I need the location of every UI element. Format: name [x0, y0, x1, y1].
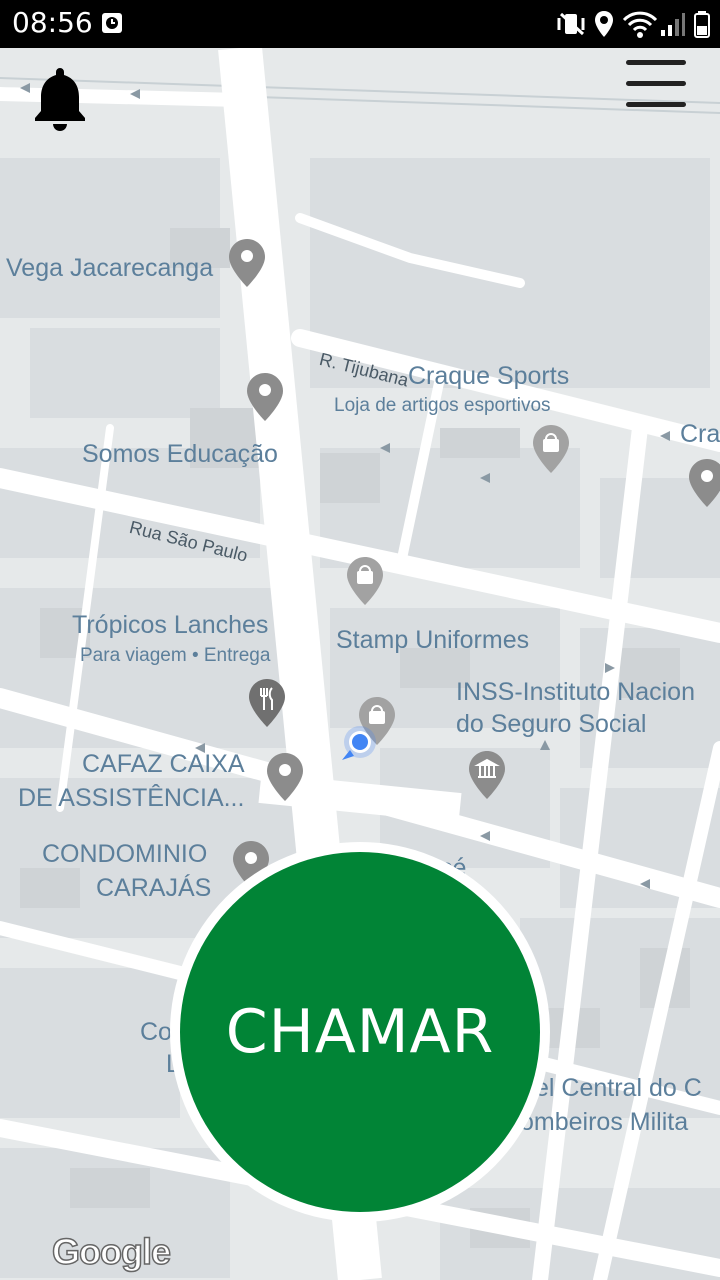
current-location-icon — [340, 726, 376, 762]
map-label-tropicos[interactable]: Trópicos Lanches — [72, 613, 268, 638]
hamburger-menu-icon[interactable] — [626, 60, 686, 116]
status-time: 08:56 — [12, 6, 93, 39]
place-pin-icon[interactable] — [246, 372, 284, 422]
restaurant-pin-icon[interactable] — [248, 678, 286, 728]
battery-icon — [694, 10, 710, 43]
government-pin-icon[interactable] — [468, 750, 506, 800]
map-label-stamp[interactable]: Stamp Uniformes — [336, 628, 529, 653]
map-label-vega[interactable]: Vega Jacarecanga — [6, 256, 213, 281]
map-label-cra[interactable]: Cra — [680, 422, 720, 447]
map-label-cafaz-line2[interactable]: DE ASSISTÊNCIA... — [18, 786, 244, 811]
map-label-craque-sub: Loja de artigos esportivos — [334, 395, 551, 416]
map-label-quartel-line1[interactable]: el Central do C — [535, 1076, 702, 1101]
map-label-inss-line2[interactable]: do Seguro Social — [456, 712, 646, 737]
map-label-quartel-line2[interactable]: ombeiros Milita — [520, 1110, 688, 1135]
place-pin-icon[interactable] — [266, 752, 304, 802]
place-pin-icon[interactable] — [228, 238, 266, 288]
vibrate-mute-icon — [556, 10, 586, 43]
status-bar: 08:56 — [0, 0, 720, 48]
map-label-cafaz-line1[interactable]: CAFAZ CAIXA — [82, 752, 245, 777]
map-label-inss-line1[interactable]: INSS-Instituto Nacion — [456, 680, 695, 705]
location-icon — [594, 10, 614, 43]
map-label-fragment-co: Co — [140, 1018, 172, 1046]
shopping-pin-icon[interactable] — [346, 556, 384, 606]
shopping-pin-icon[interactable] — [532, 424, 570, 474]
signal-icon — [660, 10, 686, 43]
wifi-icon — [622, 10, 658, 43]
map-label-condominio-line2[interactable]: CARAJÁS — [96, 876, 211, 901]
google-logo: Google — [51, 1230, 172, 1273]
call-button[interactable]: CHAMAR — [180, 852, 540, 1212]
map-label-tropicos-sub: Para viagem • Entrega — [80, 645, 271, 666]
map-label-condominio-line1[interactable]: CONDOMINIO — [42, 842, 207, 867]
clock-notification-icon — [100, 10, 124, 41]
notifications-bell-icon[interactable] — [32, 64, 88, 139]
map-label-somos[interactable]: Somos Educação — [82, 442, 278, 467]
map-label-craque[interactable]: Craque Sports — [408, 364, 569, 389]
place-pin-icon[interactable] — [688, 458, 720, 508]
